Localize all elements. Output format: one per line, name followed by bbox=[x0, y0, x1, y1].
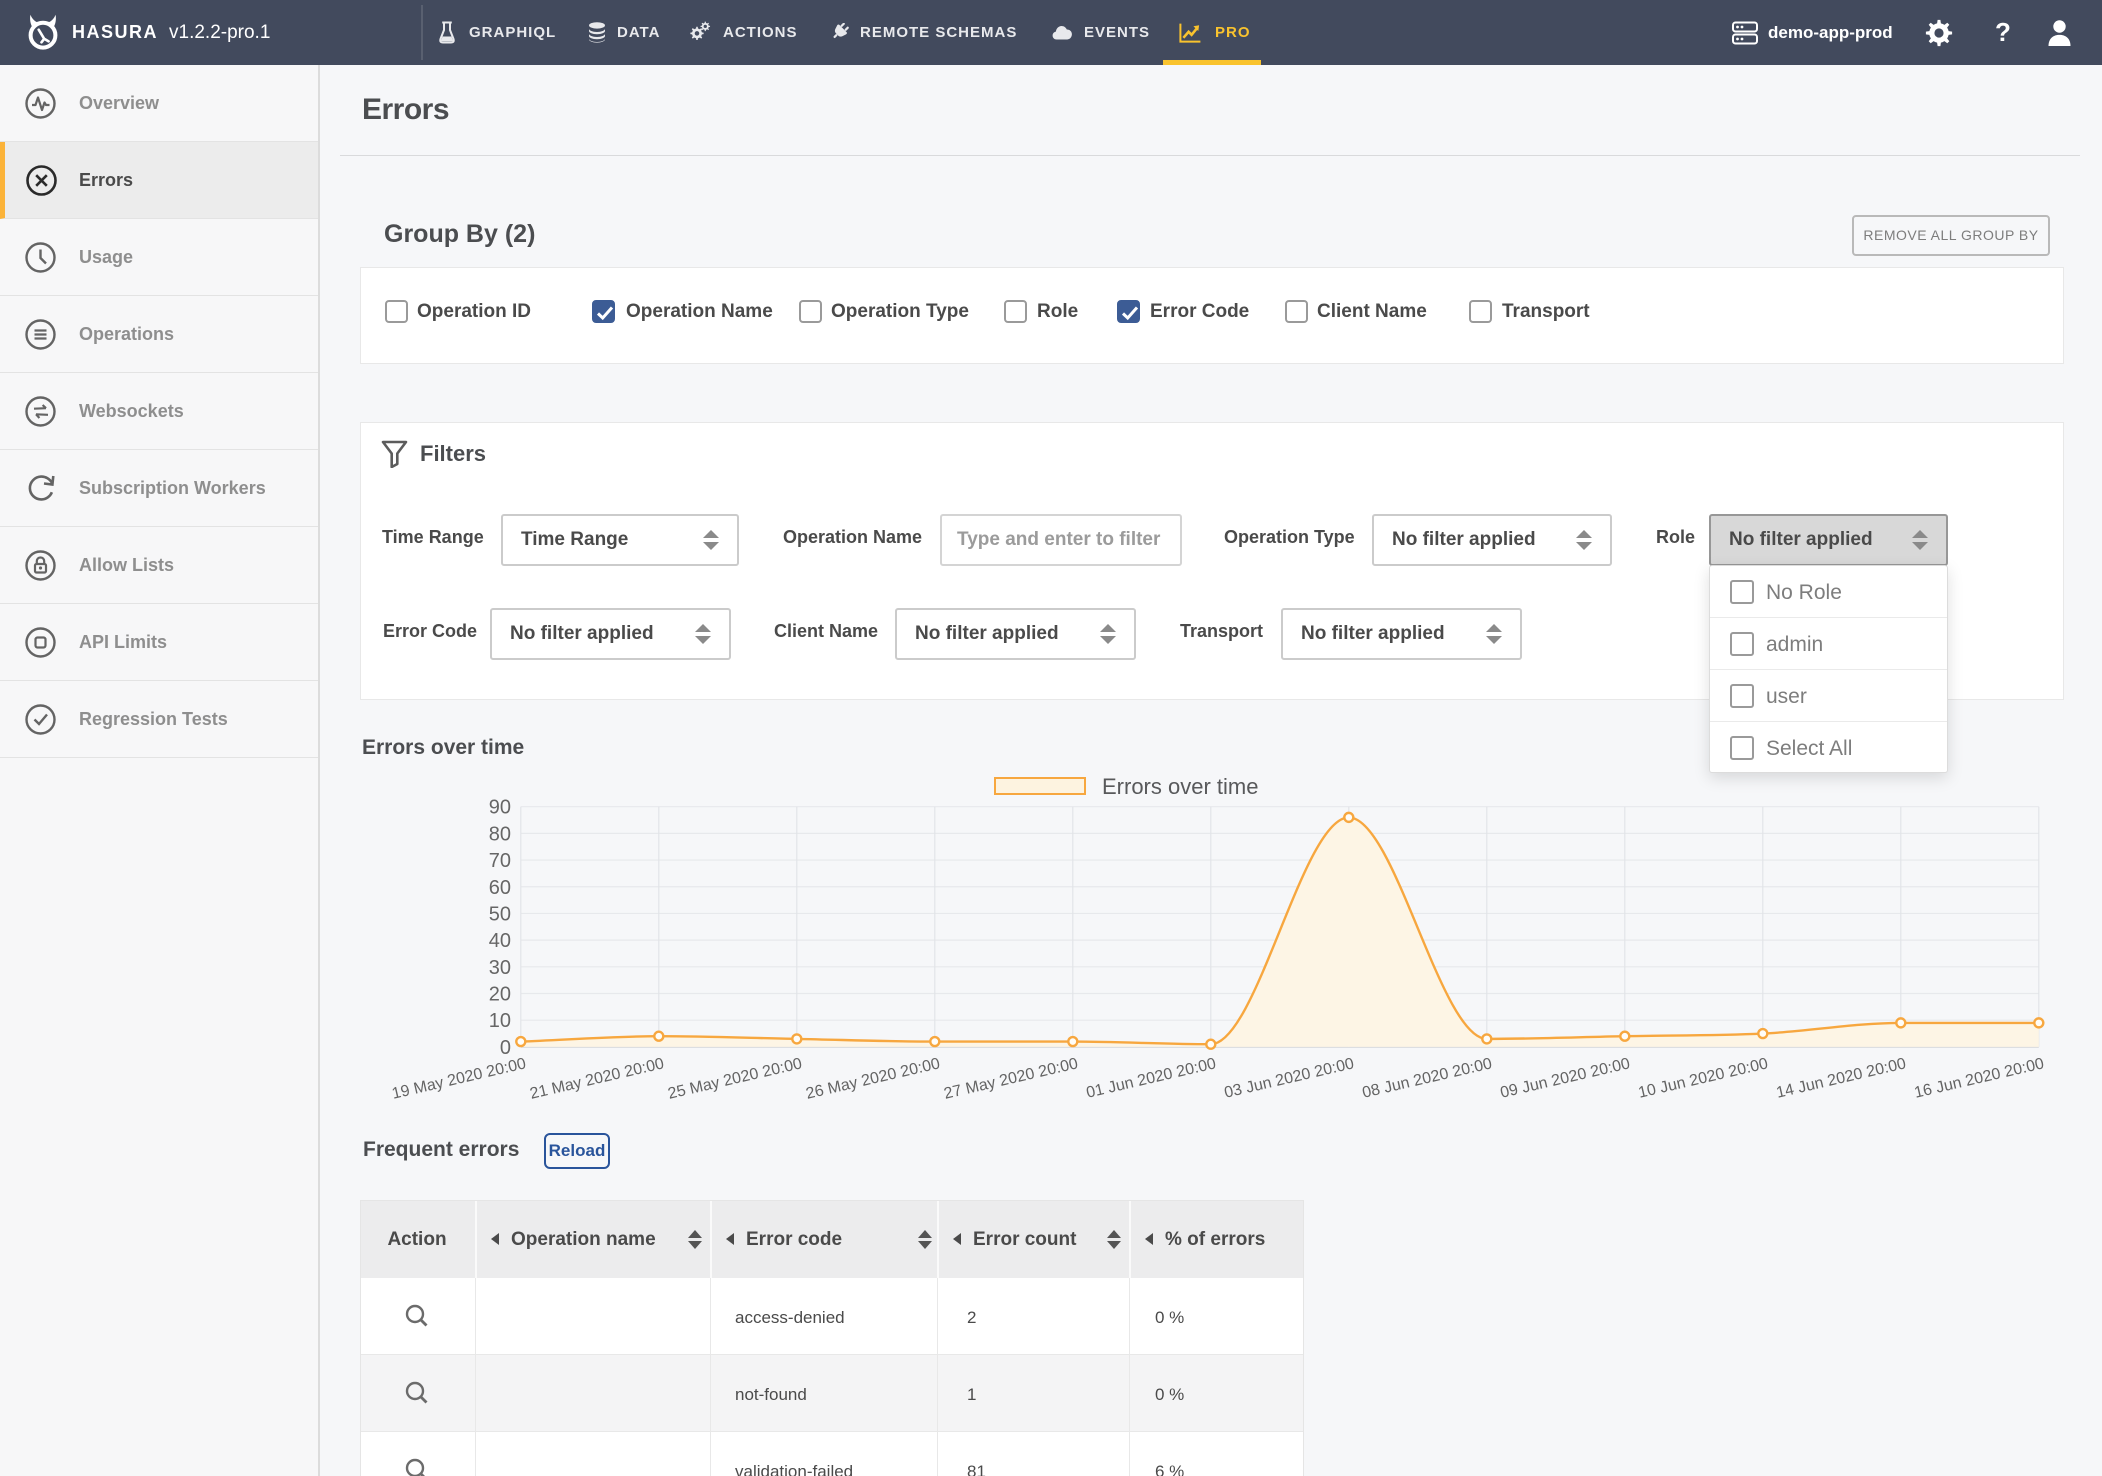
svg-text:10 Jun 2020 20:00: 10 Jun 2020 20:00 bbox=[1637, 1055, 1770, 1101]
svg-text:08 Jun 2020 20:00: 08 Jun 2020 20:00 bbox=[1361, 1055, 1494, 1101]
svg-text:60: 60 bbox=[489, 877, 511, 899]
svg-text:10: 10 bbox=[489, 1010, 511, 1032]
svg-text:30: 30 bbox=[489, 957, 511, 979]
svg-text:0: 0 bbox=[500, 1037, 511, 1059]
svg-text:01 Jun 2020 20:00: 01 Jun 2020 20:00 bbox=[1085, 1055, 1218, 1101]
svg-text:03 Jun 2020 20:00: 03 Jun 2020 20:00 bbox=[1223, 1055, 1356, 1101]
svg-text:40: 40 bbox=[489, 930, 511, 952]
svg-text:21 May 2020 20:00: 21 May 2020 20:00 bbox=[528, 1055, 665, 1102]
svg-text:25 May 2020 20:00: 25 May 2020 20:00 bbox=[666, 1055, 803, 1102]
svg-text:14 Jun 2020 20:00: 14 Jun 2020 20:00 bbox=[1775, 1055, 1908, 1101]
svg-text:27 May 2020 20:00: 27 May 2020 20:00 bbox=[942, 1055, 1079, 1102]
svg-text:20: 20 bbox=[489, 984, 511, 1006]
svg-text:70: 70 bbox=[489, 850, 511, 872]
svg-text:16 Jun 2020 20:00: 16 Jun 2020 20:00 bbox=[1913, 1055, 2046, 1101]
svg-text:90: 90 bbox=[489, 797, 511, 819]
svg-text:50: 50 bbox=[489, 903, 511, 925]
svg-text:09 Jun 2020 20:00: 09 Jun 2020 20:00 bbox=[1499, 1055, 1632, 1101]
svg-text:80: 80 bbox=[489, 823, 511, 845]
svg-text:19 May 2020 20:00: 19 May 2020 20:00 bbox=[390, 1055, 527, 1102]
svg-text:26 May 2020 20:00: 26 May 2020 20:00 bbox=[804, 1055, 941, 1102]
